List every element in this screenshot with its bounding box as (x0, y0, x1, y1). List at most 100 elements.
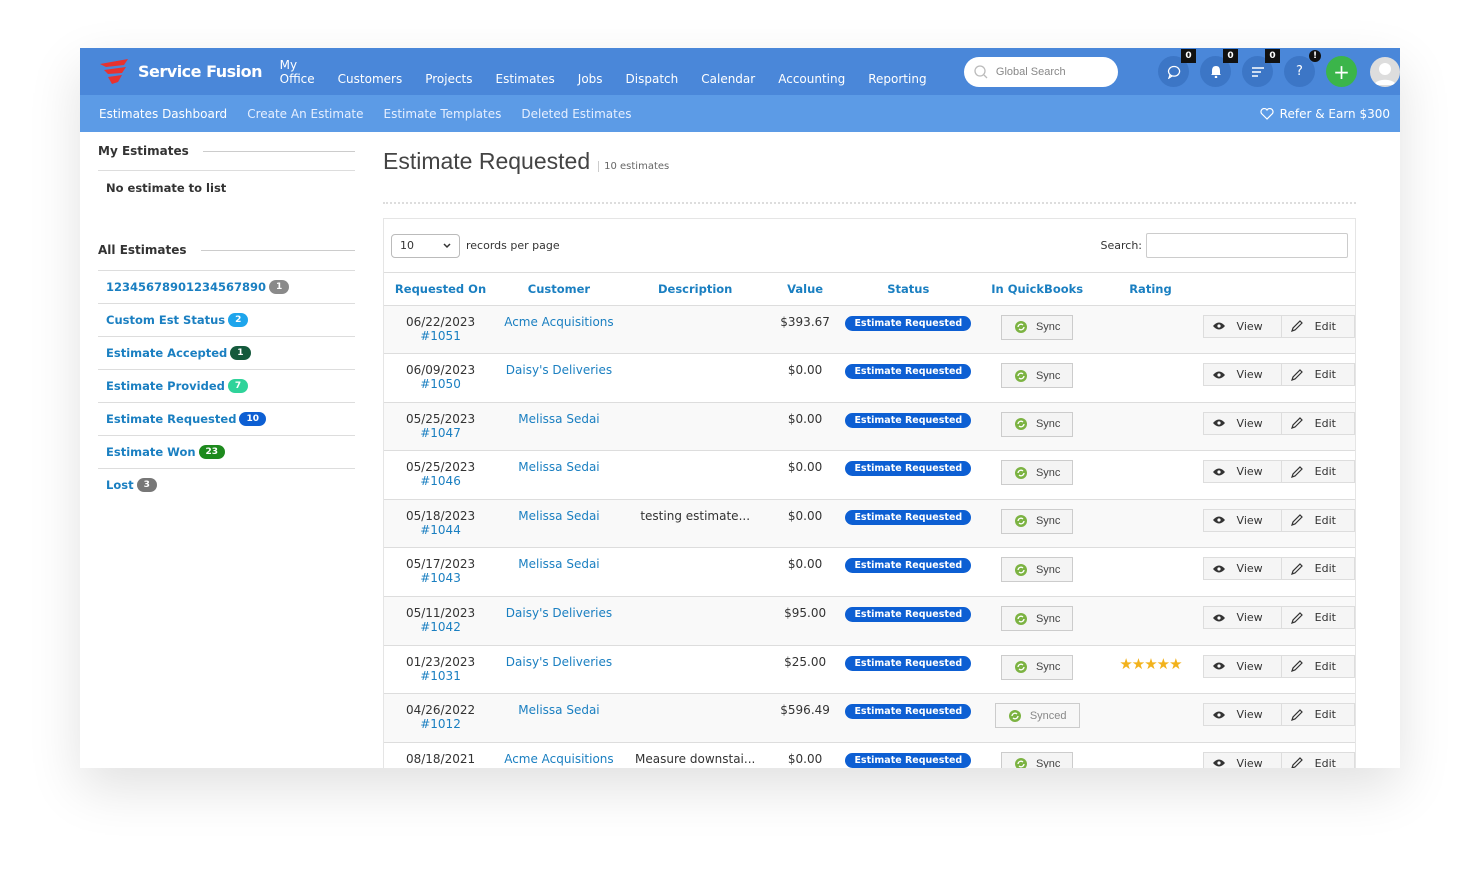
edit-button[interactable]: Edit (1280, 704, 1354, 726)
sidebar-item[interactable]: Custom Est Status 2 (98, 303, 355, 336)
view-button[interactable]: View (1204, 656, 1281, 677)
view-button[interactable]: View (1204, 753, 1281, 768)
quickbooks-sync-button[interactable]: Sync (1000, 314, 1074, 340)
view-button[interactable]: View (1204, 461, 1281, 482)
customer-link[interactable]: Acme Acquisitions (504, 315, 613, 329)
estimate-number-link[interactable]: #1046 (384, 474, 497, 488)
customer-link[interactable]: Melissa Sedai (518, 509, 599, 523)
tasks-button[interactable]: 0 (1242, 49, 1280, 87)
count-badge: 3 (136, 478, 157, 492)
view-button[interactable]: View (1204, 364, 1281, 385)
customer-link[interactable]: Melissa Sedai (518, 557, 599, 571)
view-button[interactable]: View (1204, 704, 1281, 725)
column-header[interactable]: Status (840, 273, 976, 306)
edit-button[interactable]: Edit (1280, 752, 1354, 768)
nav-estimates[interactable]: Estimates (496, 72, 555, 86)
nav-reporting[interactable]: Reporting (868, 72, 926, 86)
sync-label: Sync (1035, 321, 1061, 333)
view-button[interactable]: View (1204, 510, 1281, 531)
logo[interactable]: Service Fusion (98, 58, 280, 86)
nav-my-office[interactable]: My Office (280, 58, 315, 86)
subnav-estimate-templates[interactable]: Estimate Templates (384, 107, 502, 121)
quickbooks-sync-button[interactable]: Sync (1000, 654, 1074, 680)
sidebar-item[interactable]: 12345678901234567890 1 (98, 270, 355, 303)
description (620, 693, 770, 743)
estimate-number-link[interactable]: #1021 (384, 766, 497, 768)
sidebar-item[interactable]: Estimate Won 23 (98, 435, 355, 468)
nav-jobs[interactable]: Jobs (578, 72, 603, 86)
customer-link[interactable]: Melissa Sedai (518, 703, 599, 717)
status-badge: Estimate Requested (845, 607, 972, 623)
nav-dispatch[interactable]: Dispatch (626, 72, 679, 86)
column-header[interactable]: Description (620, 273, 770, 306)
avatar[interactable] (1370, 56, 1400, 87)
nav-accounting[interactable]: Accounting (778, 72, 845, 86)
table-search-input[interactable] (1146, 233, 1348, 258)
customer-link[interactable]: Daisy's Deliveries (506, 363, 612, 377)
description (620, 305, 770, 355)
estimate-number-link[interactable]: #1031 (384, 669, 497, 683)
refer-earn-link[interactable]: Refer & Earn $300 (1260, 107, 1390, 121)
customer-link[interactable]: Melissa Sedai (518, 460, 599, 474)
sidebar-item-label: Estimate Requested (106, 412, 237, 426)
quickbooks-sync-button[interactable]: Synced (994, 703, 1080, 729)
estimate-number-link[interactable]: #1051 (384, 329, 497, 343)
subnav-create-estimate[interactable]: Create An Estimate (247, 107, 363, 121)
view-button[interactable]: View (1204, 558, 1281, 579)
edit-button[interactable]: Edit (1280, 558, 1354, 580)
nav-projects[interactable]: Projects (425, 72, 472, 86)
estimate-number-link[interactable]: #1044 (384, 523, 497, 537)
quickbooks-sync-button[interactable]: Sync (1000, 606, 1074, 632)
edit-button[interactable]: Edit (1280, 655, 1354, 677)
estimate-number-link[interactable]: #1043 (384, 571, 497, 585)
subnav-deleted-estimates[interactable]: Deleted Estimates (521, 107, 631, 121)
chat-button[interactable]: 0 (1158, 49, 1196, 87)
help-button[interactable]: ?! (1284, 50, 1321, 87)
eye-icon (1212, 371, 1225, 379)
quickbooks-sync-button[interactable]: Sync (1000, 508, 1074, 534)
per-page-select[interactable]: 10 (391, 233, 460, 258)
estimate-number-link[interactable]: #1050 (384, 377, 497, 391)
customer-link[interactable]: Melissa Sedai (518, 412, 599, 426)
sidebar-item[interactable]: Estimate Provided 7 (98, 369, 355, 402)
add-button[interactable]: + (1326, 56, 1357, 87)
notifications-button[interactable]: 0 (1200, 49, 1238, 87)
view-button[interactable]: View (1204, 316, 1281, 337)
edit-button[interactable]: Edit (1280, 461, 1354, 483)
quickbooks-sync-button[interactable]: Sync (1000, 557, 1074, 583)
column-header[interactable]: Rating (1098, 273, 1203, 306)
nav-calendar[interactable]: Calendar (701, 72, 755, 86)
service-fusion-logo-icon (100, 58, 128, 84)
edit-button[interactable]: Edit (1280, 607, 1354, 629)
column-header[interactable]: Customer (497, 273, 621, 306)
quickbooks-sync-button[interactable]: Sync (1000, 363, 1074, 389)
column-header[interactable]: Value (769, 273, 841, 306)
sidebar-item[interactable]: Estimate Requested 10 (98, 402, 355, 435)
customer-link[interactable]: Acme Acquisitions (504, 752, 613, 766)
pencil-icon (1291, 757, 1303, 768)
column-header[interactable]: In QuickBooks (976, 273, 1099, 306)
edit-button[interactable]: Edit (1280, 412, 1354, 434)
pencil-icon (1290, 417, 1303, 430)
estimate-number-link[interactable]: #1047 (384, 426, 497, 440)
sidebar-item[interactable]: Estimate Accepted 1 (98, 336, 355, 369)
global-search-input[interactable]: Global Search (963, 56, 1118, 87)
edit-button[interactable]: Edit (1280, 315, 1354, 337)
edit-button[interactable]: Edit (1280, 364, 1354, 386)
customer-link[interactable]: Daisy's Deliveries (506, 655, 612, 669)
quickbooks-sync-button[interactable]: Sync (1000, 411, 1074, 437)
subnav-estimates-dashboard[interactable]: Estimates Dashboard (99, 107, 227, 121)
column-header[interactable]: Requested On (384, 273, 498, 306)
estimate-number-link[interactable]: #1012 (384, 717, 497, 731)
sidebar-item[interactable]: Lost 3 (98, 468, 355, 501)
quickbooks-sync-button[interactable]: Sync (1000, 460, 1074, 486)
description (620, 402, 770, 452)
nav-customers[interactable]: Customers (338, 72, 403, 86)
view-button[interactable]: View (1204, 413, 1281, 434)
estimate-number-link[interactable]: #1042 (384, 620, 497, 634)
quickbooks-sync-button[interactable]: Sync (1000, 751, 1074, 768)
edit-button[interactable]: Edit (1280, 509, 1354, 531)
customer-link[interactable]: Daisy's Deliveries (506, 606, 612, 620)
view-button[interactable]: View (1204, 607, 1281, 628)
requested-date: 05/25/2023 (405, 411, 476, 426)
